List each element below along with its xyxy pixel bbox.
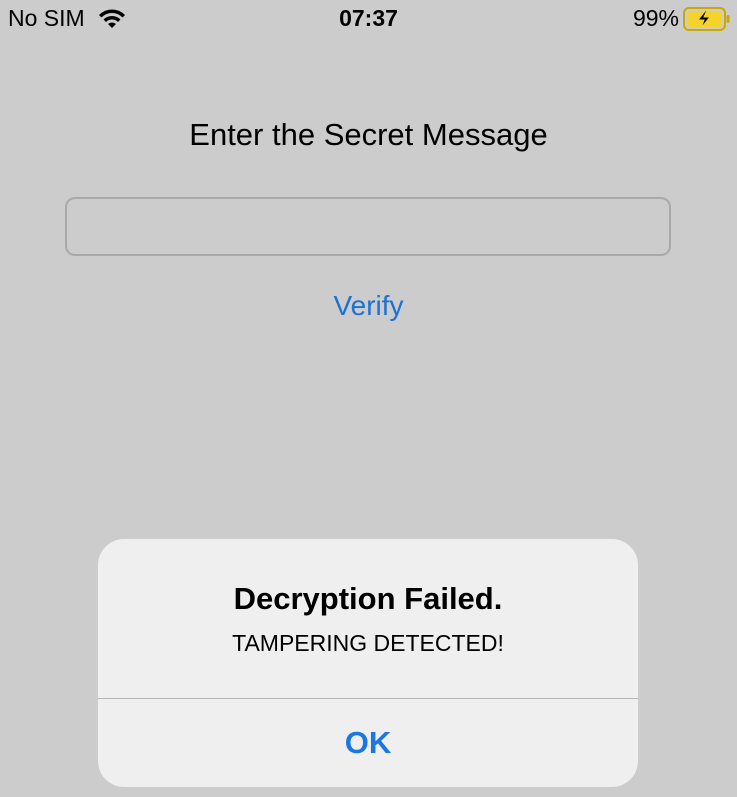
verify-button[interactable]: Verify [0,290,737,322]
page-title: Enter the Secret Message [189,117,548,152]
battery-status: 99% [633,5,731,32]
battery-charging-icon [683,6,730,31]
battery-percent: 99% [632,5,679,31]
status-bar: No SIM 07:37 99% [0,0,737,34]
alert-dialog: Decryption Failed. TAMPERING DETECTED! O… [98,539,638,787]
alert-title: Decryption Failed. [233,581,503,616]
alert-message: TAMPERING DETECTED! [232,630,504,656]
clock: 07:37 [339,5,398,31]
ok-button[interactable]: OK [98,699,638,787]
secret-message-input[interactable] [65,197,671,256]
